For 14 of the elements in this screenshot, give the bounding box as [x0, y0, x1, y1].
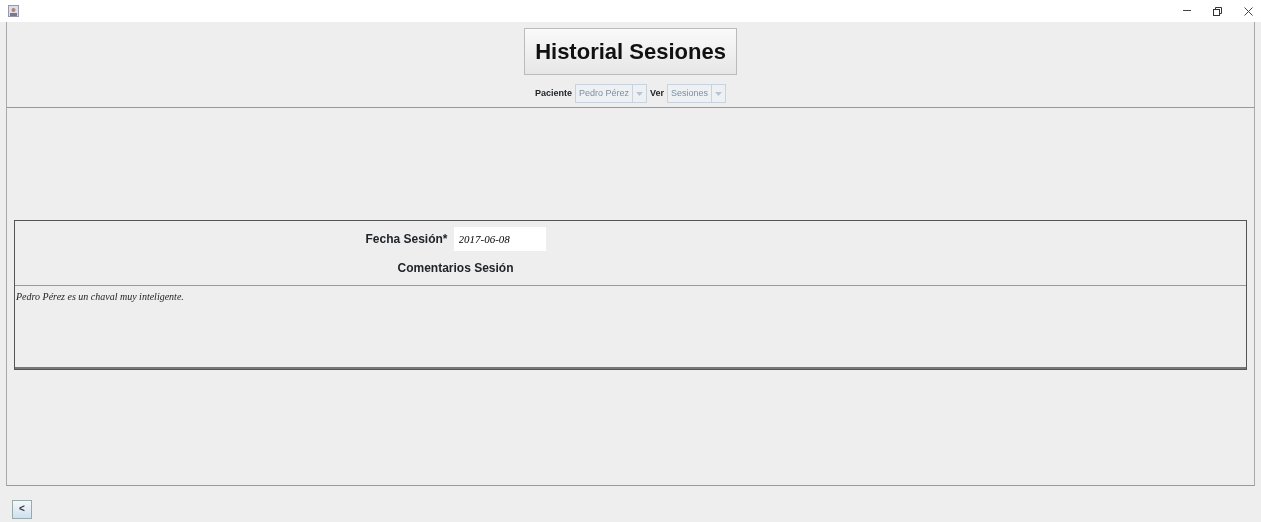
date-label: Fecha Sesión* [365, 231, 448, 248]
date-field[interactable]: 2017-06-08 [453, 227, 546, 251]
header-title-button[interactable]: Historial Sesiones [524, 28, 737, 75]
filter-label: Ver [650, 86, 664, 100]
comments-area[interactable]: Pedro Pérez es un chaval muy inteligente. [15, 285, 1246, 369]
minimize-icon[interactable] [1183, 10, 1191, 12]
restore-icon[interactable] [1213, 6, 1222, 16]
filter-label: Paciente [534, 86, 572, 100]
app-icon [8, 5, 19, 17]
back-button[interactable]: < [12, 499, 32, 519]
close-icon[interactable] [1244, 6, 1253, 16]
dropdown-arrow-icon [636, 91, 643, 96]
comments-label: Comentarios Sesión [396, 260, 515, 277]
dropdown-arrow-icon [715, 91, 723, 96]
